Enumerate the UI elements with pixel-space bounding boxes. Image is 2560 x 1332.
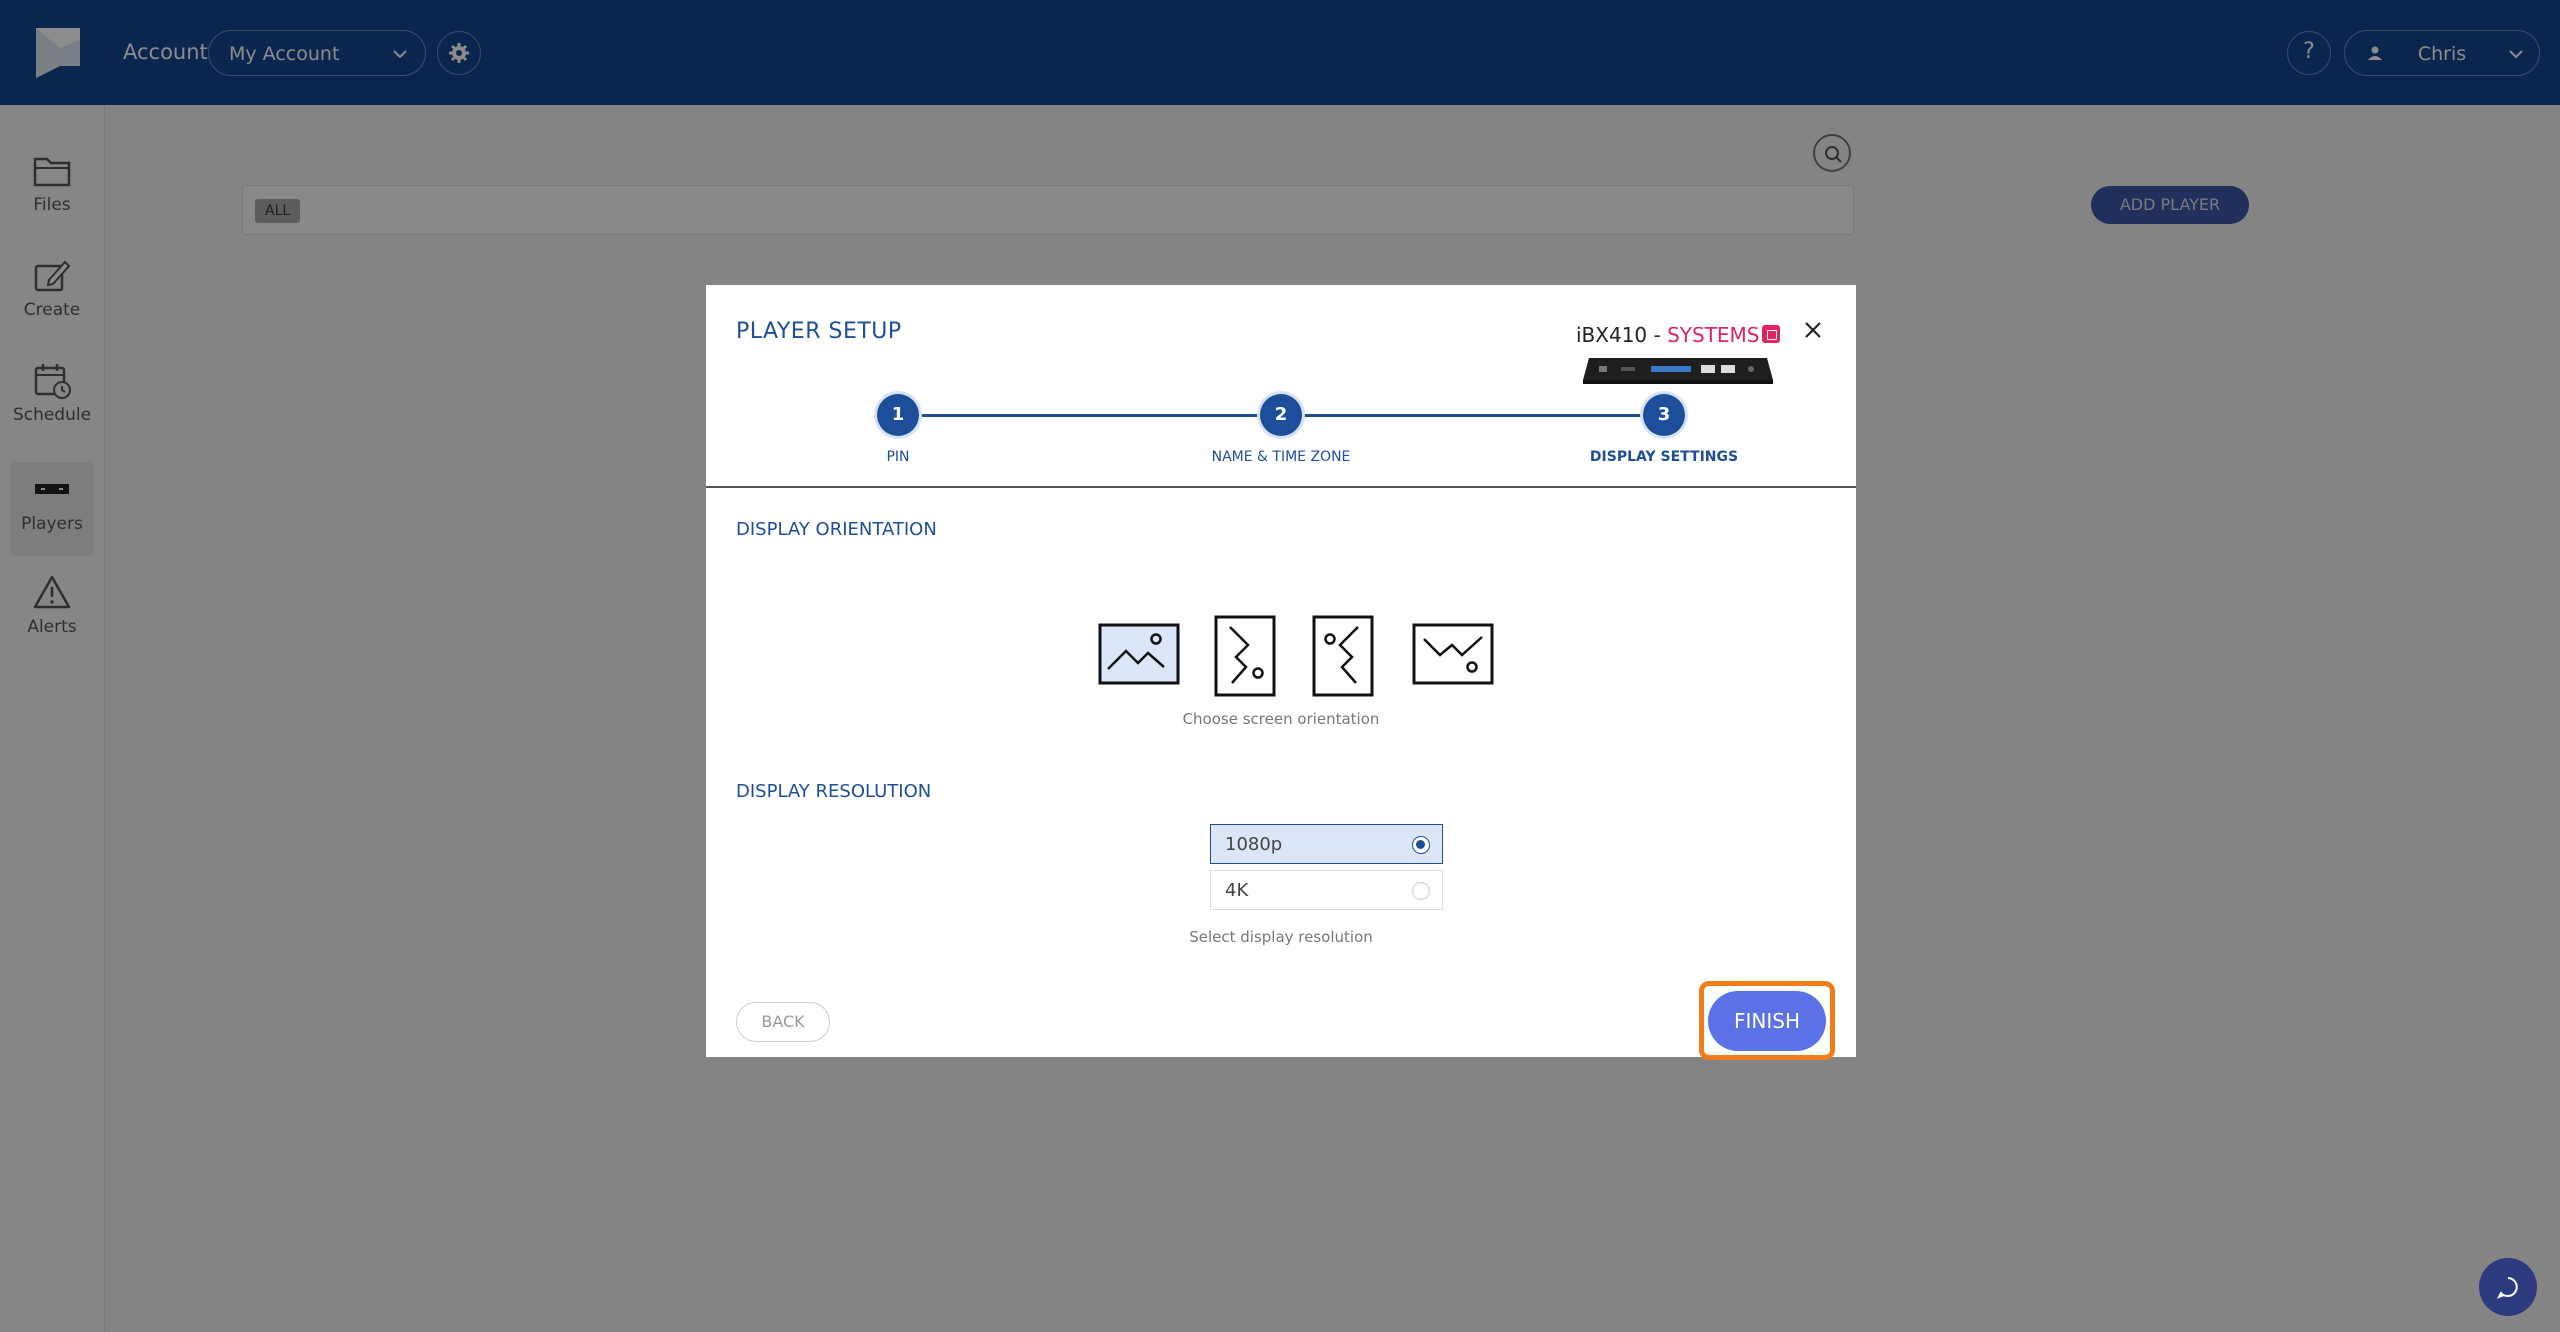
finish-highlight: FINISH xyxy=(1699,981,1835,1060)
orientation-caption: Choose screen orientation xyxy=(1182,710,1380,728)
resolution-option-label: 4K xyxy=(1225,880,1249,901)
device-name: iBX410 - SYSTEMS xyxy=(1576,323,1760,347)
device-brand: SYSTEMS xyxy=(1667,323,1760,347)
brand-badge-icon xyxy=(1762,325,1780,343)
resolution-option-4k[interactable]: 4K xyxy=(1210,870,1443,910)
modal-title: PLAYER SETUP xyxy=(736,319,902,344)
step-2-label: NAME & TIME ZONE xyxy=(1211,449,1351,465)
radio-selected-icon[interactable] xyxy=(1412,836,1430,854)
portrait-right-icon[interactable] xyxy=(1214,615,1276,697)
device-image xyxy=(1583,358,1773,384)
radio-unselected-icon[interactable] xyxy=(1412,882,1430,900)
resolution-caption: Select display resolution xyxy=(1189,928,1373,946)
device-model: iBX410 - xyxy=(1576,323,1668,347)
landscape-flipped-icon[interactable] xyxy=(1412,623,1494,685)
display-resolution-title: DISPLAY RESOLUTION xyxy=(736,781,932,802)
step-1-label: PIN xyxy=(886,449,910,465)
step-1-circle: 1 xyxy=(877,394,919,436)
player-setup-modal: PLAYER SETUP iBX410 - SYSTEMS 1 2 3 PIN … xyxy=(706,285,1856,1060)
back-button[interactable]: BACK xyxy=(736,1002,830,1042)
step-3-label: DISPLAY SETTINGS xyxy=(1589,449,1739,465)
chat-button[interactable] xyxy=(2479,1258,2537,1316)
close-icon[interactable] xyxy=(1800,317,1826,343)
landscape-icon[interactable] xyxy=(1098,623,1180,685)
finish-button[interactable]: FINISH xyxy=(1708,991,1826,1051)
step-3-circle: 3 xyxy=(1643,394,1685,436)
divider xyxy=(706,486,1856,488)
step-2-circle: 2 xyxy=(1260,394,1302,436)
chat-icon xyxy=(2496,1277,2518,1299)
resolution-option-label: 1080p xyxy=(1225,834,1283,855)
resolution-option-1080p[interactable]: 1080p xyxy=(1210,824,1443,864)
display-orientation-title: DISPLAY ORIENTATION xyxy=(736,519,937,540)
portrait-left-icon[interactable] xyxy=(1312,615,1374,697)
